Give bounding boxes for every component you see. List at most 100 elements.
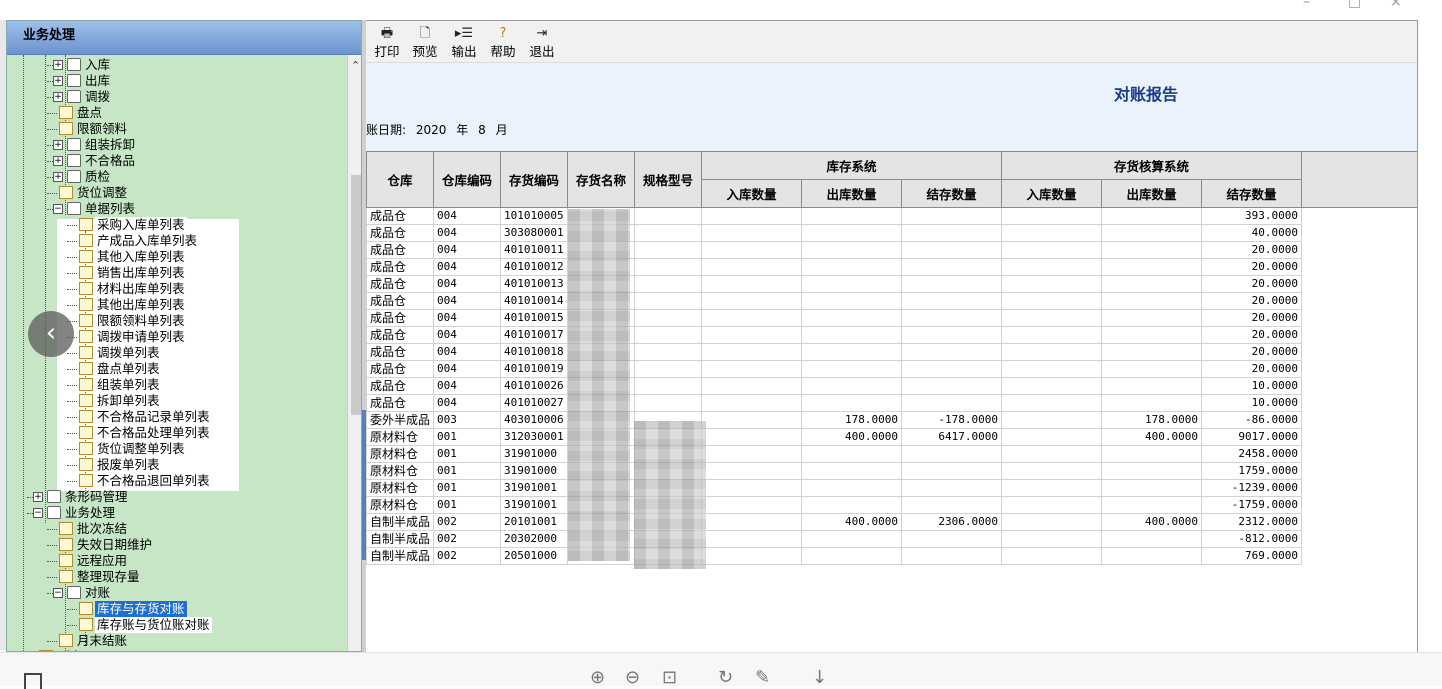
preview-button[interactable]: 🗋 预览 bbox=[406, 24, 444, 60]
tree-node[interactable]: 其他出库单列表 bbox=[7, 297, 347, 313]
tree-node[interactable]: + 调拨 bbox=[7, 89, 347, 105]
scroll-up-icon[interactable]: ⌃ bbox=[351, 59, 360, 72]
tree-node[interactable]: − 业务处理 bbox=[7, 505, 347, 521]
tree-node[interactable]: + 入库 bbox=[7, 57, 347, 73]
table-cell: 10.0000 bbox=[1201, 377, 1303, 395]
minimize-icon[interactable]: – bbox=[1303, 0, 1310, 10]
tree-node[interactable]: 不合格品处理单列表 bbox=[7, 425, 347, 441]
table-row[interactable]: 成品仓 004 401010026 10.0000 bbox=[366, 377, 1303, 395]
tree-node[interactable]: 拆卸单列表 bbox=[7, 393, 347, 409]
tree-branch-line bbox=[67, 609, 77, 610]
tree-node[interactable]: − 对账 bbox=[7, 585, 347, 601]
table-cell bbox=[901, 479, 1003, 497]
tree-node[interactable]: − 单据列表 bbox=[7, 201, 347, 217]
table-cell: 004 bbox=[433, 241, 502, 259]
tree-node[interactable]: 货位调整单列表 bbox=[7, 441, 347, 457]
collapse-icon[interactable]: − bbox=[53, 588, 63, 598]
tree-node[interactable]: + 条形码管理 bbox=[7, 489, 347, 505]
table-row[interactable]: 成品仓 004 401010015 20.0000 bbox=[366, 309, 1303, 327]
table-row[interactable]: 自制半成品 002 20501000 769.0000 bbox=[366, 547, 1303, 565]
table-row[interactable]: 成品仓 004 401010017 20.0000 bbox=[366, 326, 1303, 344]
table-row[interactable]: 成品仓 004 303080001 40.0000 bbox=[366, 224, 1303, 242]
table-row[interactable]: 成品仓 004 401010013 20.0000 bbox=[366, 275, 1303, 293]
tree-node[interactable]: + 组装拆卸 bbox=[7, 137, 347, 153]
table-row[interactable]: 成品仓 004 401010019 20.0000 bbox=[366, 360, 1303, 378]
document-icon bbox=[79, 218, 93, 231]
table-cell bbox=[1101, 292, 1203, 310]
col-acc-out-qty: 出库数量 bbox=[1101, 179, 1203, 208]
close-icon[interactable]: × bbox=[1390, 0, 1402, 10]
table-row[interactable]: 成品仓 004 101010005 393.0000 bbox=[366, 207, 1303, 225]
table-row[interactable]: 自制半成品 002 20101001 400.0000 2306.0000 400.000… bbox=[366, 513, 1303, 531]
date-year: 2020 bbox=[415, 123, 447, 137]
tree-node[interactable]: 失效日期维护 bbox=[7, 537, 347, 553]
table-cell bbox=[1001, 513, 1103, 531]
table-row[interactable]: 原材料仓 001 31901001 -1759.0000 bbox=[366, 496, 1303, 514]
help-button[interactable]: ? 帮助 bbox=[484, 24, 522, 60]
collapse-icon[interactable]: − bbox=[33, 508, 43, 518]
expand-icon[interactable]: + bbox=[53, 156, 63, 166]
tree-node[interactable]: + 质检 bbox=[7, 169, 347, 185]
expand-icon[interactable]: + bbox=[53, 172, 63, 182]
table-row[interactable]: 成品仓 004 401010018 20.0000 bbox=[366, 343, 1303, 361]
tree-node[interactable]: 库存账与货位账对账 bbox=[7, 617, 347, 633]
tree-node-label: 调拨申请单列表 bbox=[95, 329, 187, 345]
tree-node[interactable]: 报废单列表 bbox=[7, 457, 347, 473]
tree-node[interactable]: + 出库 bbox=[7, 73, 347, 89]
table-row[interactable]: 委外半成品 003 403010006 178.0000 -178.0000 178.00… bbox=[366, 411, 1303, 429]
tree-node[interactable]: 盘点 bbox=[7, 105, 347, 121]
expand-icon[interactable]: + bbox=[33, 492, 43, 502]
tree-node[interactable]: 销售出库单列表 bbox=[7, 265, 347, 281]
tree-node[interactable]: 库存与存货对账 bbox=[7, 601, 347, 617]
tree-node[interactable]: 盘点单列表 bbox=[7, 361, 347, 377]
table-cell bbox=[701, 326, 803, 344]
collapse-icon[interactable]: − bbox=[53, 204, 63, 214]
tree-node[interactable]: 其他入库单列表 bbox=[7, 249, 347, 265]
table-row[interactable]: 自制半成品 002 20302000 -812.0000 bbox=[366, 530, 1303, 548]
exit-button[interactable]: ⇥ 退出 bbox=[523, 24, 561, 60]
help-icon: ? bbox=[499, 26, 507, 41]
tree-node[interactable]: 货位调整 bbox=[7, 185, 347, 201]
table-cell: 原材料仓 bbox=[366, 428, 435, 446]
expand-icon[interactable]: + bbox=[53, 60, 63, 70]
tree-node[interactable]: 不合格品退回单列表 bbox=[7, 473, 347, 489]
table-row[interactable]: 原材料仓 001 31901000 2458.0000 bbox=[366, 445, 1303, 463]
tree-scrollbar[interactable]: ⌃ bbox=[347, 55, 361, 651]
expand-icon[interactable]: + bbox=[53, 76, 63, 86]
expand-icon[interactable]: + bbox=[53, 92, 63, 102]
tree-node[interactable]: 组装单列表 bbox=[7, 377, 347, 393]
window-square-icon[interactable] bbox=[24, 673, 42, 689]
table-row[interactable]: 成品仓 004 401010014 20.0000 bbox=[366, 292, 1303, 310]
tree-node[interactable]: 采购入库单列表 bbox=[7, 217, 347, 233]
table-row[interactable]: 成品仓 004 401010011 20.0000 bbox=[366, 241, 1303, 259]
table-cell bbox=[1101, 530, 1203, 548]
maximize-icon[interactable]: □ bbox=[1348, 0, 1361, 10]
tree-node[interactable]: 产成品入库单列表 bbox=[7, 233, 347, 249]
table-row[interactable]: 原材料仓 001 31901001 -1239.0000 bbox=[366, 479, 1303, 497]
table-row[interactable]: 成品仓 004 401010012 20.0000 bbox=[366, 258, 1303, 276]
scrollbar-thumb[interactable] bbox=[351, 175, 361, 415]
tree-node[interactable]: 批次冻结 bbox=[7, 521, 347, 537]
print-button[interactable]: 🖶 打印 bbox=[368, 24, 406, 60]
tree-node[interactable]: 整理现存量 bbox=[7, 569, 347, 585]
table-cell bbox=[1101, 462, 1203, 480]
tree-branch-line bbox=[67, 241, 77, 242]
table-row[interactable]: 原材料仓 001 31901000 1759.0000 bbox=[366, 462, 1303, 480]
tree-node-label: 远程应用 bbox=[77, 553, 128, 568]
table-cell bbox=[701, 275, 803, 293]
tree-node[interactable]: 月末结账 bbox=[7, 633, 347, 649]
expand-icon[interactable]: + bbox=[53, 140, 63, 150]
table-row[interactable]: 原材料仓 001 312030001 400.0000 6417.0000 400.000… bbox=[366, 428, 1303, 446]
tree-node[interactable]: + 不合格品 bbox=[7, 153, 347, 169]
document-icon bbox=[79, 378, 93, 391]
tree-node[interactable]: 远程应用 bbox=[7, 553, 347, 569]
document-icon bbox=[79, 426, 93, 439]
table-cell bbox=[801, 360, 903, 378]
tree-node[interactable]: 材料出库单列表 bbox=[7, 281, 347, 297]
tree-node-label: 销售出库单列表 bbox=[95, 265, 187, 281]
tree-node[interactable]: 限额领料 bbox=[7, 121, 347, 137]
previous-arrow-button[interactable]: ‹ bbox=[28, 311, 74, 357]
tree-node[interactable]: 不合格品记录单列表 bbox=[7, 409, 347, 425]
export-button[interactable]: ▸☰ 输出 bbox=[445, 24, 483, 60]
table-row[interactable]: 成品仓 004 401010027 10.0000 bbox=[366, 394, 1303, 412]
